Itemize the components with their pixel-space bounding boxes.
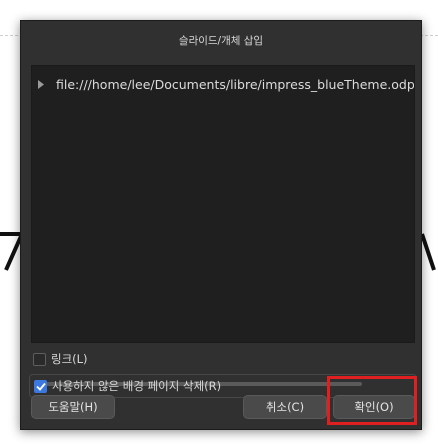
delete-unused-backgrounds-label: 사용하지 않은 배경 페이지 삭제(R) [52,379,222,393]
delete-unused-backgrounds-checkbox[interactable] [34,379,47,393]
help-button[interactable]: 도움말(H) [31,395,115,419]
dialog-titlebar[interactable]: 슬라이드/개체 삽입 [21,21,421,59]
link-checkbox-label: 링크(L) [51,352,88,366]
link-option[interactable]: 링크(L) [33,350,88,368]
file-tree-list[interactable]: file:///home/lee/Documents/libre/impress… [31,65,415,386]
ok-button-highlight-annotation [327,376,417,425]
insert-slide-object-dialog: 슬라이드/개체 삽입 file:///home/lee/Documents/li… [20,20,422,430]
link-checkbox[interactable] [33,352,46,366]
cancel-button[interactable]: 취소(C) [243,395,327,419]
expand-arrow-icon[interactable] [38,78,44,90]
checkmark-icon [35,382,46,391]
tree-item-label: file:///home/lee/Documents/libre/impress… [56,76,414,92]
tree-item[interactable]: file:///home/lee/Documents/libre/impress… [38,74,414,94]
dialog-title: 슬라이드/개체 삽입 [178,34,264,47]
